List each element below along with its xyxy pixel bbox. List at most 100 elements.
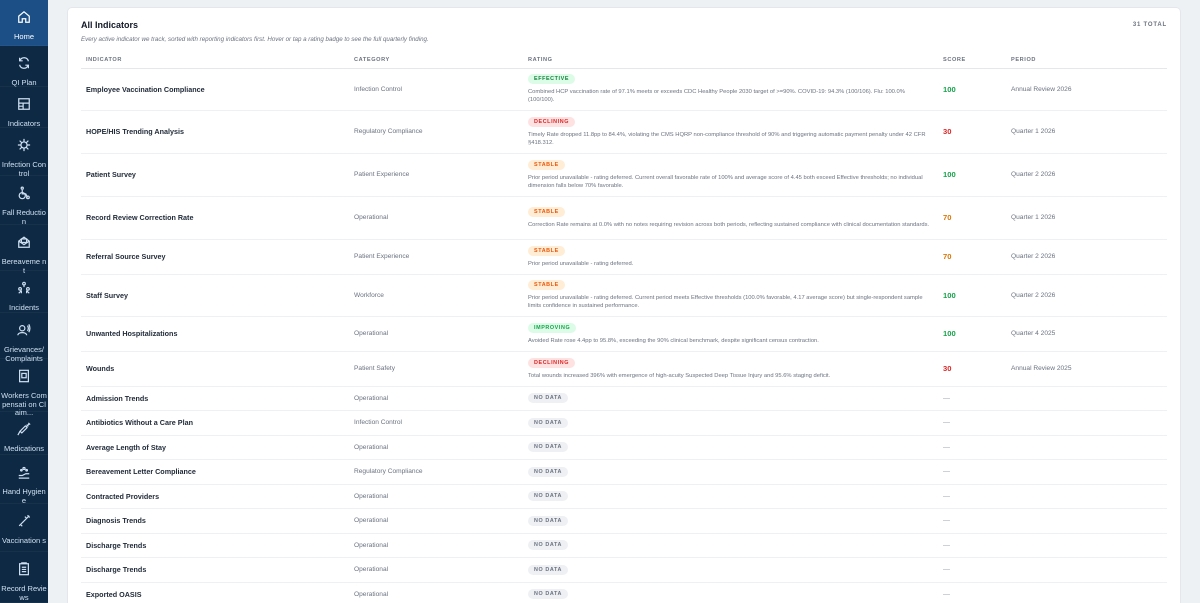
syringe-icon	[17, 422, 31, 445]
indicator-period: Quarter 2 2026	[1011, 239, 1167, 275]
indicator-name[interactable]: Contracted Providers	[81, 484, 354, 509]
indicator-name[interactable]: Wounds	[81, 351, 354, 387]
indicator-name[interactable]: Bereavement Letter Compliance	[81, 459, 354, 485]
indicator-name[interactable]: HOPE/HIS Trending Analysis	[81, 110, 354, 154]
column-header-score[interactable]: SCORE	[943, 52, 1011, 69]
indicator-category: Infection Control	[354, 410, 528, 436]
rating-badge[interactable]: NO DATA	[528, 393, 568, 403]
sidebar-item-indicators[interactable]: Indicators	[0, 87, 48, 128]
rating-badge[interactable]: NO DATA	[528, 466, 568, 477]
column-header-category[interactable]: CATEGORY	[354, 52, 528, 69]
column-header-period[interactable]: PERIOD	[1011, 52, 1167, 69]
rating-badge[interactable]: STABLE	[528, 206, 565, 217]
rating-badge[interactable]: STABLE	[528, 280, 565, 290]
sidebar-item-bereaveme-nt[interactable]: Bereaveme nt	[0, 225, 48, 274]
table-row[interactable]: Staff Survey Workforce STABLE Prior period …	[81, 274, 1167, 317]
table-row[interactable]: Discharge Trends Operational NO DATA —	[81, 533, 1167, 558]
table-row[interactable]: HOPE/HIS Trending Analysis Regulatory Com…	[81, 110, 1167, 154]
rating-badge[interactable]: NO DATA	[528, 564, 568, 575]
indicator-name[interactable]: Average Length of Stay	[81, 435, 354, 460]
mail-open-icon	[17, 235, 31, 258]
indicator-name[interactable]: Discharge Trends	[81, 533, 354, 558]
sidebar-item-qi-plan[interactable]: QI Plan	[0, 46, 48, 87]
column-header-rating[interactable]: RATING	[528, 52, 943, 69]
indicator-score: 70	[943, 196, 1011, 240]
indicator-category: Patient Experience	[354, 153, 528, 197]
table-row[interactable]: Average Length of Stay Operational NO DATA…	[81, 435, 1167, 460]
indicator-name[interactable]: Exported OASIS	[81, 582, 354, 603]
rating-badge[interactable]: NO DATA	[528, 417, 568, 428]
indicator-period	[1011, 386, 1167, 411]
total-count: 31 TOTAL	[1132, 22, 1167, 28]
indicator-category: Operational	[354, 484, 528, 509]
rating-badge[interactable]: DECLINING	[528, 116, 576, 127]
sidebar-item-label: Home	[13, 32, 34, 41]
sidebar-item-vaccination-s[interactable]: Vaccination s	[0, 504, 48, 552]
table-row[interactable]: Diagnosis Trends Operational NO DATA —	[81, 508, 1167, 534]
table-row[interactable]: Employee Vaccination Compliance Infection…	[81, 68, 1167, 111]
table-row[interactable]: Record Review Correction Rate Operational…	[81, 196, 1167, 240]
sidebar-item-workers-compensati-on-claim[interactable]: Workers Compensati on Claim...	[0, 359, 48, 417]
indicator-period	[1011, 459, 1167, 485]
rating-badge[interactable]: NO DATA	[528, 589, 568, 599]
rating-cell: STABLE Prior period unavailable - rating …	[528, 239, 943, 275]
indicator-category: Patient Experience	[354, 239, 528, 275]
indicator-period: Quarter 4 2025	[1011, 316, 1167, 352]
indicator-name[interactable]: Employee Vaccination Compliance	[81, 68, 354, 111]
rating-cell: NO DATA	[528, 410, 943, 436]
table-row[interactable]: Patient Survey Patient Experience STABLE Pr…	[81, 153, 1167, 197]
sidebar-item-fall-reduction[interactable]: Fall Reduction	[0, 176, 48, 225]
page-title: All Indicators	[81, 20, 139, 30]
rating-cell: DECLINING Total wounds increased 396% wit…	[528, 351, 943, 387]
indicator-name[interactable]: Referral Source Survey	[81, 239, 354, 275]
indicator-score: —	[943, 484, 1011, 509]
table-row[interactable]: Discharge Trends Operational NO DATA —	[81, 557, 1167, 583]
indicator-category: Patient Safety	[354, 351, 528, 387]
indicator-name[interactable]: Antibiotics Without a Care Plan	[81, 410, 354, 436]
rating-badge[interactable]: NO DATA	[528, 442, 568, 452]
indicator-period	[1011, 508, 1167, 534]
rating-badge[interactable]: NO DATA	[528, 515, 568, 526]
rating-cell: NO DATA	[528, 508, 943, 534]
sidebar-item-hand-hygiene[interactable]: Hand Hygiene	[0, 455, 48, 504]
indicators-card: All Indicators Every active indicator we…	[68, 8, 1180, 603]
table-row[interactable]: Referral Source Survey Patient Experience…	[81, 239, 1167, 275]
sidebar-item-medications[interactable]: Medications	[0, 412, 48, 455]
table-row[interactable]: Admission Trends Operational NO DATA —	[81, 386, 1167, 411]
sidebar-item-infection-control[interactable]: Infection Control	[0, 128, 48, 177]
table-row[interactable]: Unwanted Hospitalizations Operational IMPR…	[81, 316, 1167, 352]
table-row[interactable]: Antibiotics Without a Care Plan Infection…	[81, 410, 1167, 436]
rating-badge[interactable]: NO DATA	[528, 491, 568, 501]
sidebar-item-incidents[interactable]: Incidents	[0, 271, 48, 313]
indicator-name[interactable]: Staff Survey	[81, 274, 354, 317]
indicator-name[interactable]: Discharge Trends	[81, 557, 354, 583]
indicator-name[interactable]: Record Review Correction Rate	[81, 196, 354, 240]
sidebar-item-grievances-complaints[interactable]: Grievances/ Complaints	[0, 313, 48, 362]
table-row[interactable]: Contracted Providers Operational NO DATA —	[81, 484, 1167, 509]
indicator-period: Quarter 2 2026	[1011, 274, 1167, 317]
rating-finding: Timely Rate dropped 11.8pp to 84.4%, vio…	[528, 131, 926, 146]
rating-badge[interactable]: STABLE	[528, 245, 565, 256]
sidebar-item-record-reviews[interactable]: Record Reviews	[0, 552, 48, 603]
indicator-period: Annual Review 2026	[1011, 68, 1167, 111]
rating-badge[interactable]: DECLINING	[528, 357, 576, 368]
sidebar: Home QI Plan Indicators Infection Control Fa…	[0, 0, 48, 603]
table-row[interactable]: Exported OASIS Operational NO DATA —	[81, 582, 1167, 603]
indicator-name[interactable]: Diagnosis Trends	[81, 508, 354, 534]
indicator-name[interactable]: Unwanted Hospitalizations	[81, 316, 354, 352]
column-header-indicator[interactable]: INDICATOR	[81, 52, 354, 69]
rating-finding: Prior period unavailable - rating deferr…	[528, 260, 634, 267]
sidebar-item-home[interactable]: Home	[0, 0, 48, 46]
indicator-category: Operational	[354, 316, 528, 352]
rating-badge[interactable]: STABLE	[528, 159, 565, 170]
indicator-period: Annual Review 2025	[1011, 351, 1167, 387]
table-row[interactable]: Bereavement Letter Compliance Regulatory …	[81, 459, 1167, 485]
indicator-period	[1011, 410, 1167, 436]
rating-badge[interactable]: IMPROVING	[528, 322, 577, 333]
indicator-name[interactable]: Patient Survey	[81, 153, 354, 197]
table-row[interactable]: Wounds Patient Safety DECLINING Total wound…	[81, 351, 1167, 387]
rating-badge[interactable]: EFFECTIVE	[528, 74, 576, 84]
document-icon	[17, 369, 31, 392]
rating-badge[interactable]: NO DATA	[528, 540, 568, 550]
indicator-name[interactable]: Admission Trends	[81, 386, 354, 411]
